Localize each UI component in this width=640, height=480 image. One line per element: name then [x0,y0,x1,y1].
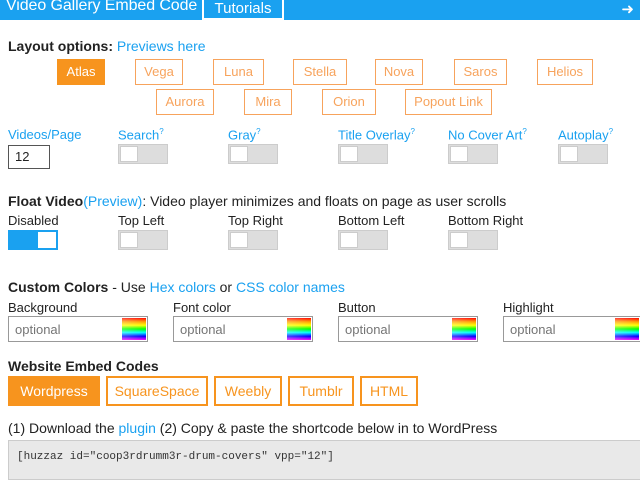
no-cover-art-label: No Cover Art? [448,127,527,143]
layout-options-heading: Layout options: Previews here [8,38,206,54]
layout-option-popout-link[interactable]: Popout Link [405,89,492,115]
layout-option-atlas[interactable]: Atlas [57,59,105,85]
embed-tab-squarespace[interactable]: SquareSpace [106,376,208,406]
float-bottom-right-toggle[interactable] [448,230,498,250]
exit-arrow-icon[interactable]: ➜ [621,0,634,18]
custom-colors-heading: Custom Colors - Use Hex colors or CSS co… [8,279,345,295]
highlight-color-label: Highlight [503,300,554,315]
float-video-heading: Float Video(Preview): Video player minim… [8,193,506,209]
layout-option-mira[interactable]: Mira [244,89,292,115]
layout-option-luna[interactable]: Luna [213,59,264,85]
toggle-knob [560,146,578,162]
wordpress-instructions: (1) Download the plugin (2) Copy & paste… [8,420,497,436]
color-picker-icon[interactable] [452,318,476,340]
layout-option-vega[interactable]: Vega [135,59,183,85]
embed-tab-html[interactable]: HTML [360,376,418,406]
autoplay-help-icon[interactable]: ? [609,127,613,136]
color-picker-icon[interactable] [122,318,146,340]
or-text: or [215,279,236,295]
layout-option-aurora[interactable]: Aurora [156,89,214,115]
font-color-label: Font color [173,300,231,315]
search-help-icon[interactable]: ? [159,127,163,136]
float-option-bottom-right-label: Bottom Right [448,213,524,228]
highlight-color-field [503,316,640,342]
button-color-input[interactable] [339,317,451,341]
custom-colors-title: Custom Colors [8,279,109,295]
background-color-field [8,316,148,342]
toggle-knob [450,146,468,162]
font-color-input[interactable] [174,317,286,341]
top-bar: Video Gallery Embed Code Tutorials ➜ [0,0,640,20]
css-color-names-link[interactable]: CSS color names [236,279,345,295]
page-title: Video Gallery Embed Code [6,0,198,14]
highlight-color-input[interactable] [504,317,616,341]
float-video-title: Float Video [8,193,84,209]
search-label: Search? [118,127,164,143]
search-toggle[interactable] [118,144,168,164]
toggle-knob [120,232,138,248]
background-color-input[interactable] [9,317,121,341]
toggle-knob [230,146,248,162]
toggle-knob [340,232,358,248]
no-cover-art-toggle[interactable] [448,144,498,164]
float-option-top-right-label: Top Right [228,213,283,228]
float-top-right-toggle[interactable] [228,230,278,250]
autoplay-label: Autoplay? [558,127,614,143]
toggle-knob [38,232,56,248]
hex-colors-link[interactable]: Hex colors [150,279,216,295]
layout-option-helios[interactable]: Helios [537,59,593,85]
layout-heading-text: Layout options: [8,38,113,54]
float-option-bottom-left-label: Bottom Left [338,213,405,228]
layout-option-saros[interactable]: Saros [454,59,507,85]
color-picker-icon[interactable] [287,318,311,340]
float-top-left-toggle[interactable] [118,230,168,250]
toggle-knob [230,232,248,248]
float-bottom-left-toggle[interactable] [338,230,388,250]
plugin-link[interactable]: plugin [119,420,156,436]
float-disabled-toggle[interactable] [8,230,58,250]
color-picker-icon[interactable] [615,318,639,340]
button-color-field [338,316,478,342]
toggle-knob [120,146,138,162]
title-overlay-help-icon[interactable]: ? [410,127,414,136]
use-text: - Use [108,279,150,295]
gray-help-icon[interactable]: ? [256,127,260,136]
button-color-label: Button [338,300,376,315]
embed-tab-weebly[interactable]: Weebly [214,376,282,406]
previews-link[interactable]: Previews here [117,38,206,54]
shortcode-box[interactable]: [huzzaz id="coop3rdrumm3r-drum-covers" v… [8,440,640,480]
background-color-label: Background [8,300,78,315]
layout-option-nova[interactable]: Nova [375,59,423,85]
title-overlay-toggle[interactable] [338,144,388,164]
instruction-step-2: (2) Copy & paste the shortcode below in … [155,420,498,436]
no-cover-art-help-icon[interactable]: ? [522,127,526,136]
gray-toggle[interactable] [228,144,278,164]
title-overlay-label: Title Overlay? [338,127,415,143]
videos-per-page-label: Videos/Page [8,127,82,142]
gray-label: Gray? [228,127,261,143]
embed-codes-heading: Website Embed Codes [8,358,159,374]
layout-option-stella[interactable]: Stella [293,59,347,85]
tutorials-button[interactable]: Tutorials [202,0,284,20]
float-option-top-left-label: Top Left [118,213,165,228]
float-option-disabled-label: Disabled [8,213,59,228]
instruction-step-1: (1) Download the [8,420,119,436]
videos-per-page-input[interactable]: 12 [8,145,50,169]
embed-tab-wordpress[interactable]: Wordpress [8,376,100,406]
font-color-field [173,316,313,342]
toggle-knob [450,232,468,248]
float-preview-link[interactable]: (Preview) [83,193,142,209]
embed-tab-tumblr[interactable]: Tumblr [288,376,354,406]
float-video-description: : Video player minimizes and floats on p… [142,193,507,209]
toggle-knob [340,146,358,162]
autoplay-toggle[interactable] [558,144,608,164]
layout-option-orion[interactable]: Orion [322,89,376,115]
